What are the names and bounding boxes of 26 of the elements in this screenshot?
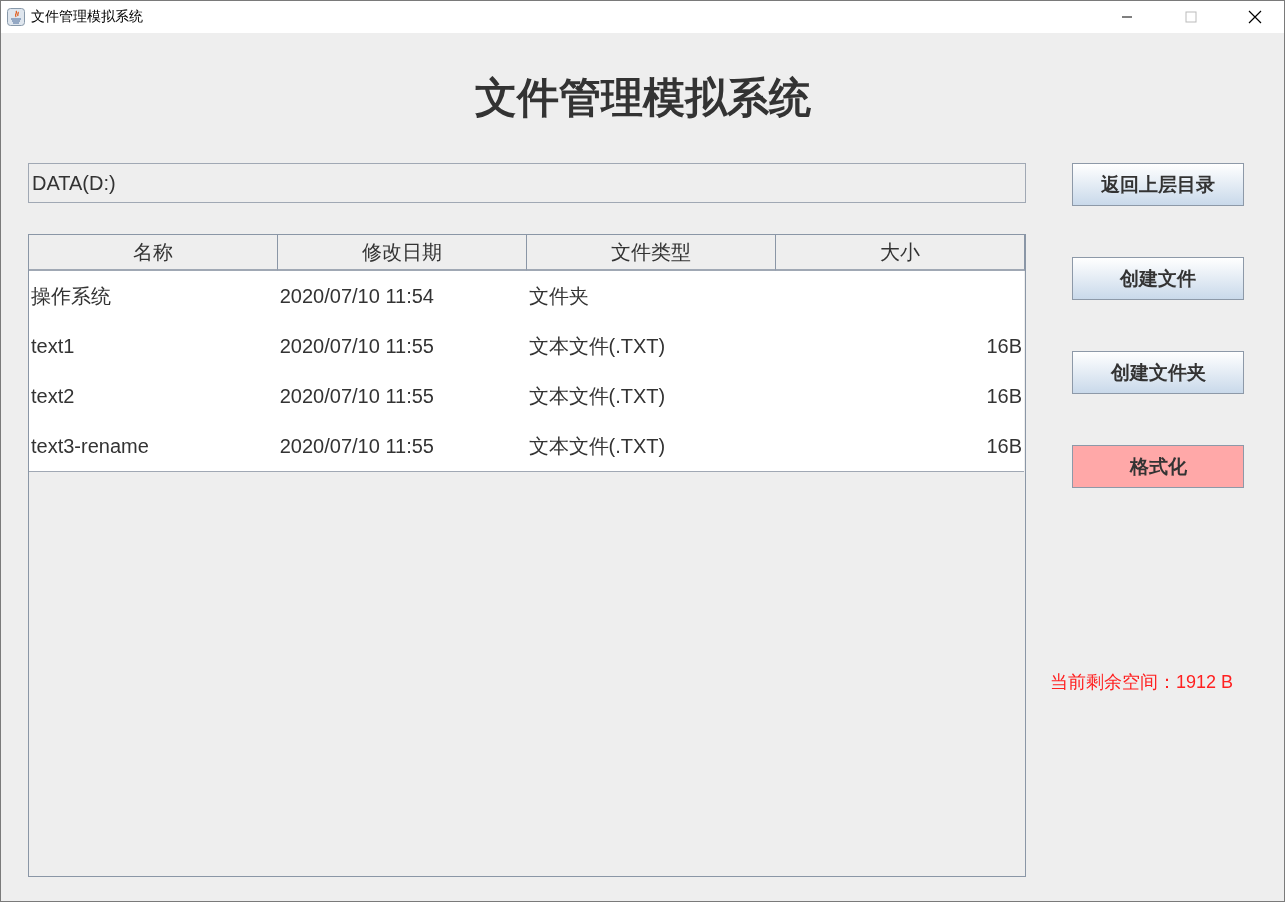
action-button[interactable]: 创建文件夹 [1072,351,1244,394]
table-cell: text2 [31,384,75,408]
table-cell: 2020/07/10 11:55 [279,334,434,358]
free-space-label: 当前剩余空间：1912 B [1050,671,1235,694]
format-button[interactable]: 格式化 [1072,445,1244,488]
table-cell: 2020/07/10 11:54 [279,284,434,308]
action-button[interactable]: 返回上层目录 [1072,163,1244,206]
table-cell-text: 文件夹 [528,283,589,309]
table-cell: 16B [986,434,1022,458]
table-cell: 2020/07/10 11:55 [279,384,434,408]
table-cell-text: 文本文件(.TXT) [528,333,666,359]
table-cell: 16B [986,334,1022,358]
table-cell: 2020/07/10 11:55 [279,434,434,458]
table-cell-text: 操作系统 [31,283,111,309]
table-cell: text1 [31,334,75,358]
table-cell: text3-rename [31,434,149,458]
app-heading: 文件管理模拟系统 [473,73,812,123]
app-icon [7,8,25,26]
action-button[interactable]: 创建文件 [1072,257,1244,300]
table-cell-text: 文本文件(.TXT) [528,383,666,409]
window-title: 文件管理模拟系统 [31,8,144,26]
close-icon [1248,10,1262,24]
path-field[interactable]: DATA(D:) [28,163,1026,203]
table-cell-text: 文本文件(.TXT) [528,433,666,459]
maximize-icon [1185,11,1197,23]
table-cell: 16B [986,384,1022,408]
